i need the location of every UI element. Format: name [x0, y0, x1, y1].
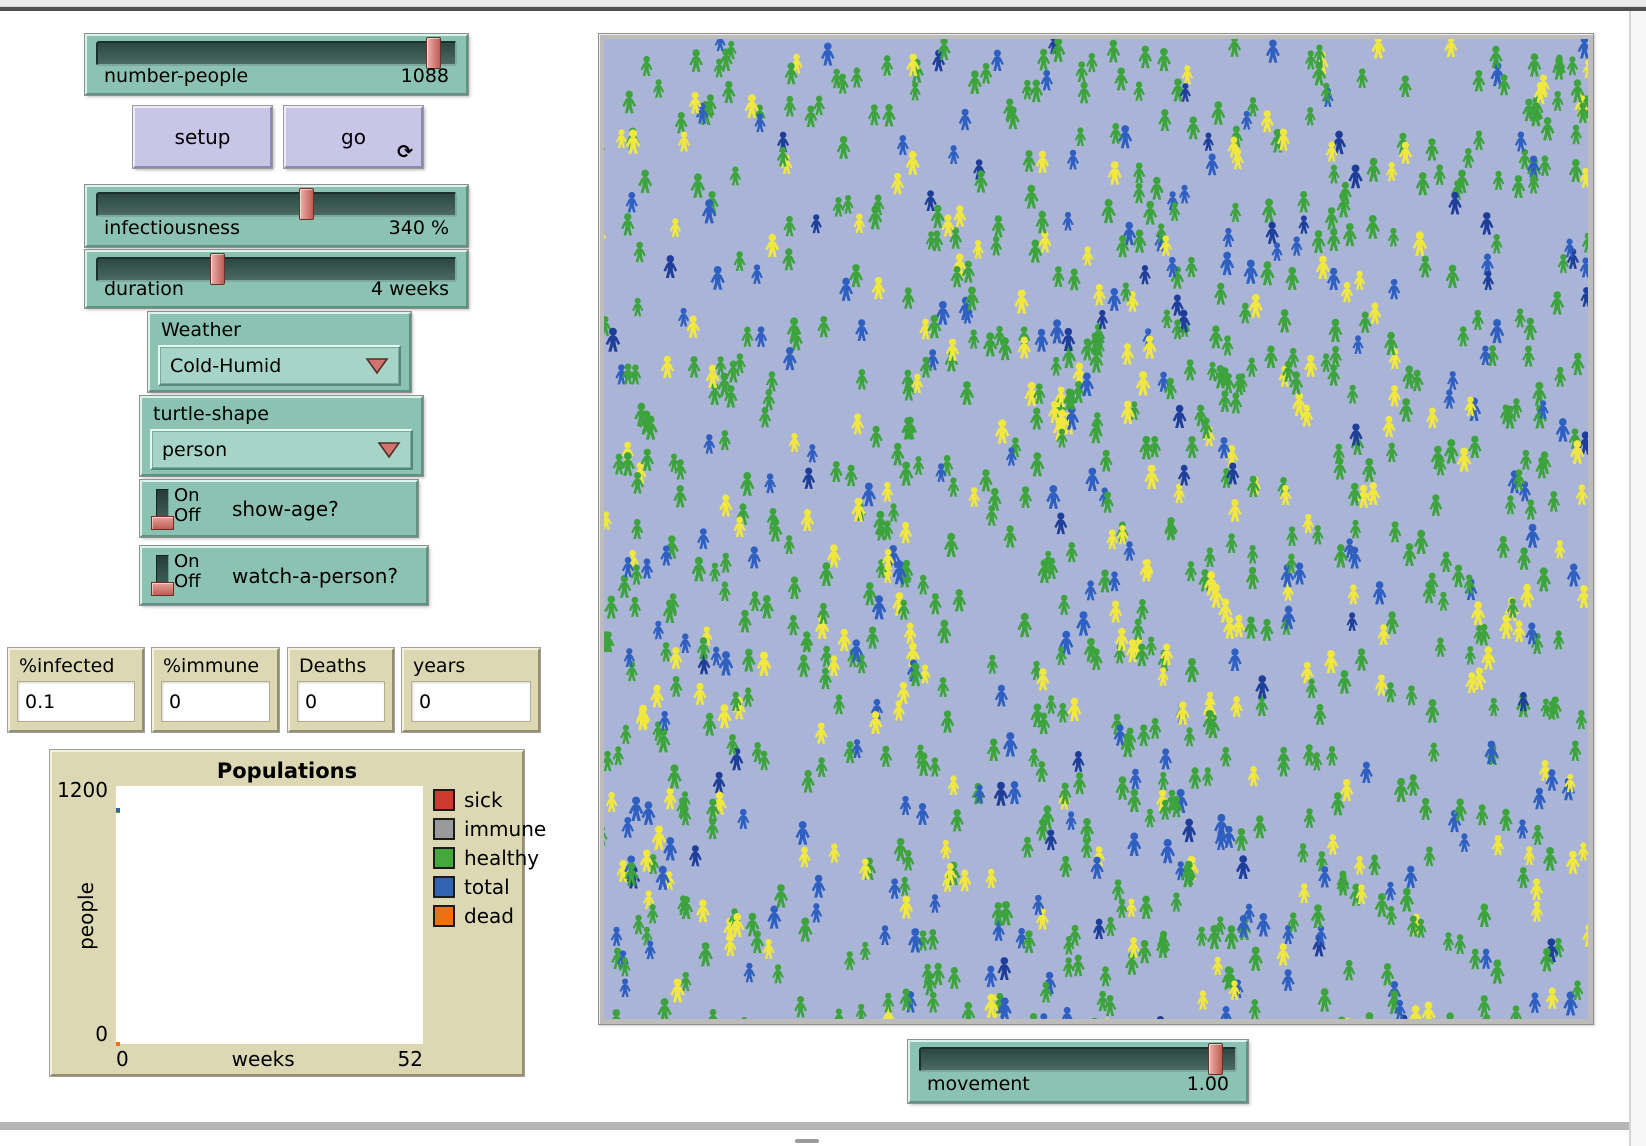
weather-dropdown[interactable]: Cold-Humid: [158, 345, 401, 386]
legend-item-healthy: healthy: [433, 846, 546, 870]
legend-item-dead: dead: [433, 904, 546, 928]
plot-point-total: [116, 808, 120, 812]
legend-swatch: [433, 847, 455, 869]
world-people: [604, 39, 1588, 1019]
legend-swatch: [433, 789, 455, 811]
monitor-label: Deaths: [299, 655, 366, 677]
legend-item-immune: immune: [433, 817, 546, 841]
legend-item-total: total: [433, 875, 546, 899]
switch-name-label: show-age?: [232, 482, 339, 535]
slider-track[interactable]: [919, 1047, 1237, 1072]
plot-ymin-label: 0: [76, 1022, 108, 1046]
legend-swatch: [433, 905, 455, 927]
plot-x-axis: 0 weeks 52: [116, 1047, 423, 1071]
slider-handle[interactable]: [299, 188, 314, 220]
legend-label: sick: [464, 788, 503, 812]
monitor-years: years 0: [402, 648, 540, 732]
plot-point-dead: [116, 1042, 120, 1046]
right-gutter: [1629, 11, 1646, 1146]
plot-ymax-label: 1200: [52, 778, 108, 802]
plot-x-axis-label: weeks: [232, 1047, 295, 1071]
switch-off-label: Off: [174, 571, 201, 592]
monitor-value: 0: [305, 691, 317, 713]
legend-label: dead: [464, 904, 514, 928]
turtle-shape-chooser: turtle-shape person: [140, 396, 423, 476]
movement-slider[interactable]: movement 1.00: [908, 1040, 1248, 1103]
slider-handle[interactable]: [1208, 1043, 1223, 1075]
switch-name-label: watch-a-person?: [232, 548, 398, 603]
chooser-label: Weather: [161, 319, 241, 341]
monitor-deaths: Deaths 0: [288, 648, 394, 732]
world-view: [598, 33, 1594, 1025]
monitor-value-box: 0: [411, 681, 531, 722]
plot-y-axis-label: people: [74, 882, 98, 950]
legend-swatch: [433, 876, 455, 898]
slider-value: 4 weeks: [371, 278, 449, 300]
switch-on-label: On: [174, 551, 200, 572]
chooser-label: turtle-shape: [153, 403, 269, 425]
monitor-percent-immune: %immune 0: [152, 648, 279, 732]
monitor-label: years: [413, 655, 465, 677]
window-bottom-border: [0, 1122, 1629, 1130]
slider-label: movement: [927, 1073, 1030, 1095]
monitor-value-box: 0.1: [17, 681, 135, 722]
slider-track[interactable]: [96, 41, 457, 66]
monitor-value-box: 0: [161, 681, 270, 722]
monitor-value: 0: [169, 691, 181, 713]
legend-label: total: [464, 875, 510, 899]
slider-label: duration: [104, 278, 184, 300]
switch-off-label: Off: [174, 505, 201, 526]
monitor-percent-infected: %infected 0.1: [8, 648, 144, 732]
world-canvas[interactable]: [604, 39, 1588, 1019]
weather-dropdown-value: Cold-Humid: [170, 355, 365, 377]
switch-channel[interactable]: [156, 555, 169, 584]
populations-plot: Populations 1200 0 people 0 weeks 52 sic…: [50, 750, 524, 1076]
plot-xmin-label: 0: [116, 1047, 129, 1071]
slider-label: number-people: [104, 65, 248, 87]
duration-slider[interactable]: duration 4 weeks: [85, 250, 468, 308]
plot-legend: sick immune healthy total dead: [433, 788, 546, 933]
legend-label: healthy: [464, 846, 539, 870]
slider-value: 1.00: [1187, 1073, 1229, 1095]
forever-icon: ⟳: [397, 141, 413, 163]
monitor-value-box: 0: [297, 681, 385, 722]
number-people-slider[interactable]: number-people 1088: [85, 34, 468, 95]
switch-on-label: On: [174, 485, 200, 506]
monitor-label: %infected: [19, 655, 114, 677]
weather-chooser: Weather Cold-Humid: [148, 312, 411, 392]
legend-swatch: [433, 818, 455, 840]
monitor-value: 0: [419, 691, 431, 713]
switch-handle[interactable]: [151, 516, 174, 530]
monitor-label: %immune: [163, 655, 259, 677]
go-button[interactable]: go ⟳: [284, 106, 423, 168]
switch-handle[interactable]: [151, 582, 174, 596]
netlogo-interface: number-people 1088 setup go ⟳ infectious…: [0, 0, 1646, 1146]
show-age-switch[interactable]: On Off show-age?: [140, 480, 418, 537]
dropdown-arrow-icon: [365, 357, 389, 375]
resize-handle[interactable]: [795, 1139, 819, 1143]
plot-xmax-label: 52: [398, 1047, 423, 1071]
plot-area: [116, 786, 423, 1044]
window-top-strip: [0, 0, 1646, 7]
window-top-border: [0, 7, 1646, 11]
go-button-label: go: [341, 125, 366, 149]
setup-button-label: setup: [175, 125, 231, 149]
legend-item-sick: sick: [433, 788, 546, 812]
slider-label: infectiousness: [104, 217, 240, 239]
turtle-shape-dropdown[interactable]: person: [150, 429, 413, 470]
turtle-shape-dropdown-value: person: [162, 439, 377, 461]
setup-button[interactable]: setup: [133, 106, 272, 168]
legend-label: immune: [464, 817, 546, 841]
slider-track[interactable]: [96, 192, 457, 217]
watch-a-person-switch[interactable]: On Off watch-a-person?: [140, 546, 428, 605]
dropdown-arrow-icon: [377, 441, 401, 459]
monitor-value: 0.1: [25, 691, 55, 713]
slider-value: 340 %: [389, 217, 449, 239]
switch-channel[interactable]: [156, 489, 169, 518]
plot-title: Populations: [52, 759, 522, 783]
slider-value: 1088: [401, 65, 449, 87]
infectiousness-slider[interactable]: infectiousness 340 %: [85, 185, 468, 247]
